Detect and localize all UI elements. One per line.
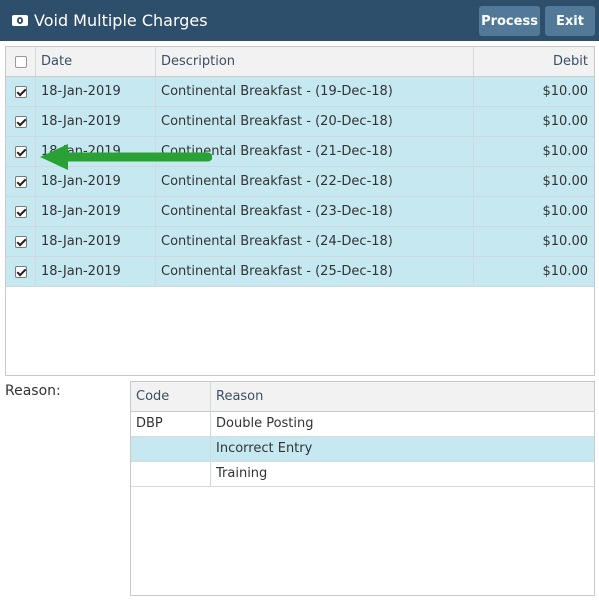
column-header-reason[interactable]: Reason	[211, 382, 594, 411]
charge-description: Continental Breakfast - (21-Dec-18)	[156, 137, 474, 166]
charge-date: 18-Jan-2019	[36, 107, 156, 136]
reason-code: DBP	[131, 412, 211, 436]
charge-debit: $10.00	[542, 114, 589, 129]
row-checkbox-cell	[6, 107, 36, 136]
charge-description: Continental Breakfast - (25-Dec-18)	[156, 257, 474, 286]
charge-row[interactable]: 18-Jan-2019 Continental Breakfast - (19-D…	[6, 77, 594, 107]
charge-date: 18-Jan-2019	[36, 167, 156, 196]
charge-row[interactable]: 18-Jan-2019 Continental Breakfast - (25-D…	[6, 257, 594, 287]
reason-text: Incorrect Entry	[216, 441, 313, 456]
charge-date: 18-Jan-2019	[36, 137, 156, 166]
reason-row[interactable]: DBP Double Posting	[131, 412, 594, 437]
reason-label: Reason:	[5, 383, 61, 399]
reason-row[interactable]: Incorrect Entry	[131, 437, 594, 462]
row-checkbox[interactable]	[15, 116, 27, 128]
row-checkbox-cell	[6, 227, 36, 256]
row-checkbox[interactable]	[15, 236, 27, 248]
charges-table: Date Description Debit 18-Jan-2019 Contin…	[5, 46, 595, 376]
exit-button[interactable]: Exit	[545, 6, 595, 36]
column-header-code[interactable]: Code	[131, 382, 211, 411]
charge-row[interactable]: 18-Jan-2019 Continental Breakfast - (20-D…	[6, 107, 594, 137]
charge-debit: $10.00	[542, 204, 589, 219]
charge-debit: $10.00	[542, 234, 589, 249]
column-header-description[interactable]: Description	[156, 47, 474, 76]
charge-date: 18-Jan-2019	[36, 227, 156, 256]
charge-debit: $10.00	[542, 84, 589, 99]
money-icon	[12, 15, 28, 26]
charge-description: Continental Breakfast - (20-Dec-18)	[156, 107, 474, 136]
charge-date: 18-Jan-2019	[36, 197, 156, 226]
reason-code	[131, 462, 211, 486]
row-checkbox-cell	[6, 167, 36, 196]
charge-row[interactable]: 18-Jan-2019 Continental Breakfast - (23-D…	[6, 197, 594, 227]
charge-description: Continental Breakfast - (19-Dec-18)	[156, 77, 474, 106]
charge-date: 18-Jan-2019	[36, 77, 156, 106]
reason-table: Code Reason DBP Double Posting Incorrect E…	[130, 381, 595, 596]
charge-date: 18-Jan-2019	[36, 257, 156, 286]
row-checkbox[interactable]	[15, 86, 27, 98]
reason-text: Training	[216, 466, 268, 481]
row-checkbox-cell	[6, 137, 36, 166]
charge-debit: $10.00	[542, 144, 589, 159]
window-title: Void Multiple Charges	[34, 11, 208, 30]
charge-row[interactable]: 18-Jan-2019 Continental Breakfast - (24-D…	[6, 227, 594, 257]
charge-row[interactable]: 18-Jan-2019 Continental Breakfast - (22-D…	[6, 167, 594, 197]
select-all-checkbox[interactable]	[15, 56, 27, 68]
charge-description: Continental Breakfast - (23-Dec-18)	[156, 197, 474, 226]
row-checkbox[interactable]	[15, 266, 27, 278]
row-checkbox-cell	[6, 197, 36, 226]
row-checkbox-cell	[6, 257, 36, 286]
reason-text: Double Posting	[216, 416, 314, 431]
row-checkbox[interactable]	[15, 206, 27, 218]
title-bar: Void Multiple Charges Process Exit	[0, 0, 599, 41]
row-checkbox-cell	[6, 77, 36, 106]
process-button[interactable]: Process	[479, 6, 540, 36]
charge-description: Continental Breakfast - (24-Dec-18)	[156, 227, 474, 256]
column-header-debit[interactable]: Debit	[474, 47, 594, 76]
reason-row[interactable]: Training	[131, 462, 594, 487]
reason-table-header: Code Reason	[131, 382, 594, 412]
charge-debit: $10.00	[542, 174, 589, 189]
charge-description: Continental Breakfast - (22-Dec-18)	[156, 167, 474, 196]
select-all-cell	[6, 47, 36, 76]
charge-debit: $10.00	[542, 264, 589, 279]
row-checkbox[interactable]	[15, 146, 27, 158]
charge-row[interactable]: 18-Jan-2019 Continental Breakfast - (21-D…	[6, 137, 594, 167]
column-header-date[interactable]: Date	[36, 47, 156, 76]
reason-code	[131, 437, 211, 461]
charges-table-header: Date Description Debit	[6, 47, 594, 77]
row-checkbox[interactable]	[15, 176, 27, 188]
